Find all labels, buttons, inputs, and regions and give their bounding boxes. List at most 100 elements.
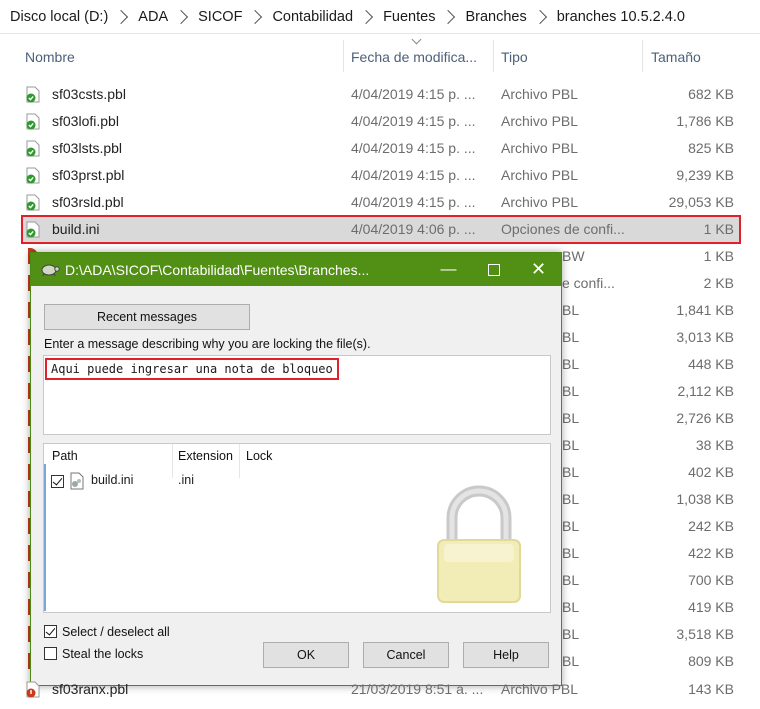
steal-locks-label[interactable]: Steal the locks xyxy=(62,647,143,661)
breadcrumb-item[interactable]: SICOF xyxy=(198,9,242,25)
chevron-right-icon xyxy=(358,9,374,24)
list-header-extension[interactable]: Extension xyxy=(178,444,233,466)
breadcrumb-item[interactable]: ADA xyxy=(138,9,168,25)
file-date: 4/04/2019 4:06 p. ... xyxy=(351,221,476,237)
ok-button[interactable]: OK xyxy=(263,642,349,668)
help-button[interactable]: Help xyxy=(463,642,549,668)
file-name: build.ini xyxy=(52,221,100,237)
breadcrumb-item[interactable]: Disco local (D:) xyxy=(10,9,108,25)
column-divider[interactable] xyxy=(642,40,643,72)
select-all-label[interactable]: Select / deselect all xyxy=(62,625,170,639)
maximize-button[interactable] xyxy=(471,253,516,286)
file-row[interactable]: sf03lsts.pbl 4/04/2019 4:15 p. ... Archivo… xyxy=(22,135,740,162)
file-row[interactable]: sf03csts.pbl 4/04/2019 4:15 p. ... Archivo… xyxy=(22,81,740,108)
lock-dialog: D:\ADA\SICOF\Contabilidad\Fuentes\Branch… xyxy=(30,252,562,686)
column-divider[interactable] xyxy=(493,40,494,72)
versioned-file-icon xyxy=(26,140,40,157)
versioned-file-icon xyxy=(26,167,40,184)
column-date[interactable]: Fecha de modifica... xyxy=(351,40,486,72)
column-name[interactable]: Nombre xyxy=(25,40,325,72)
file-size: 2 KB xyxy=(703,275,734,291)
file-type: Archivo PBL xyxy=(501,113,579,129)
file-size: 402 KB xyxy=(688,464,734,480)
file-type: BL xyxy=(562,626,580,642)
file-type: BL xyxy=(562,329,580,345)
breadcrumb-item[interactable]: Fuentes xyxy=(383,9,435,25)
file-size: 1,038 KB xyxy=(676,491,734,507)
file-date: 4/04/2019 4:15 p. ... xyxy=(351,86,476,102)
file-size: 9,239 KB xyxy=(676,167,734,183)
list-item[interactable]: build.ini .ini xyxy=(48,471,258,491)
column-size[interactable]: Tamaño xyxy=(651,40,731,72)
list-header-lock[interactable]: Lock xyxy=(246,444,272,466)
message-input[interactable]: Aqui puede ingresar una nota de bloqueo xyxy=(43,355,551,435)
file-date: 4/04/2019 4:15 p. ... xyxy=(351,140,476,156)
file-type: e confi... xyxy=(562,275,615,291)
file-size: 825 KB xyxy=(688,140,734,156)
file-type: BL xyxy=(562,518,580,534)
versioned-file-icon xyxy=(26,194,40,211)
file-size: 1 KB xyxy=(703,248,734,264)
breadcrumb-item[interactable]: Branches xyxy=(465,9,526,25)
breadcrumb-item[interactable]: Contabilidad xyxy=(272,9,353,25)
dialog-title: D:\ADA\SICOF\Contabilidad\Fuentes\Branch… xyxy=(65,262,370,278)
file-date: 4/04/2019 4:15 p. ... xyxy=(351,194,476,210)
item-extension: .ini xyxy=(178,473,194,487)
file-row[interactable]: sf03lofi.pbl 4/04/2019 4:15 p. ... Archivo… xyxy=(22,108,740,135)
breadcrumb: Disco local (D:) ADA SICOF Contabilidad … xyxy=(0,0,760,34)
file-size: 419 KB xyxy=(688,599,734,615)
file-row[interactable]: sf03prst.pbl 4/04/2019 4:15 p. ... Archivo… xyxy=(22,162,740,189)
file-row[interactable]: sf03rsld.pbl 4/04/2019 4:15 p. ... Archivo… xyxy=(22,189,740,216)
file-size: 143 KB xyxy=(688,681,734,697)
file-date: 4/04/2019 4:15 p. ... xyxy=(351,167,476,183)
file-name: sf03prst.pbl xyxy=(52,167,125,183)
steal-locks-checkbox[interactable] xyxy=(44,647,57,660)
file-name: sf03rsld.pbl xyxy=(52,194,124,210)
conflict-file-icon xyxy=(26,681,40,698)
file-type: Archivo PBL xyxy=(501,167,579,183)
list-focus-bar xyxy=(44,464,46,611)
close-button[interactable]: ✕ xyxy=(516,253,561,286)
chevron-right-icon xyxy=(248,9,263,24)
column-type[interactable]: Tipo xyxy=(501,40,631,72)
lock-icon xyxy=(437,485,521,603)
column-header: Nombre Fecha de modifica... Tipo Tamaño xyxy=(0,34,760,72)
file-size: 1,841 KB xyxy=(676,302,734,318)
select-all-checkbox[interactable] xyxy=(44,625,57,638)
file-type: Archivo PBL xyxy=(501,194,579,210)
minimize-button[interactable]: — xyxy=(426,253,471,286)
file-type: BL xyxy=(562,437,580,453)
file-size: 1 KB xyxy=(703,221,734,237)
file-type: BL xyxy=(562,383,580,399)
file-type: BW xyxy=(562,248,585,264)
tortoise-icon xyxy=(41,264,60,277)
file-row[interactable]: sf03ranx.pbl 21/03/2019 8:51 a. ... Arch… xyxy=(22,676,740,703)
ini-file-icon xyxy=(70,472,84,490)
versioned-file-icon xyxy=(26,113,40,130)
file-type: BL xyxy=(562,653,580,669)
recent-messages-button[interactable]: Recent messages xyxy=(44,304,250,330)
cancel-button[interactable]: Cancel xyxy=(363,642,449,668)
chevron-right-icon xyxy=(114,9,129,24)
maximize-icon xyxy=(487,263,500,276)
file-type: BL xyxy=(562,356,580,372)
file-type: BL xyxy=(562,572,580,588)
file-date: 4/04/2019 4:15 p. ... xyxy=(351,113,476,129)
file-size: 38 KB xyxy=(695,437,734,453)
breadcrumb-item[interactable]: branches 10.5.2.4.0 xyxy=(557,9,685,25)
file-type: BL xyxy=(562,410,580,426)
file-type: BL xyxy=(562,491,580,507)
dialog-titlebar[interactable]: D:\ADA\SICOF\Contabilidad\Fuentes\Branch… xyxy=(31,253,561,286)
file-row-selected[interactable]: build.ini 4/04/2019 4:06 p. ... Opciones d… xyxy=(21,215,741,244)
file-size: 1,786 KB xyxy=(676,113,734,129)
chevron-right-icon xyxy=(174,9,189,24)
file-name: sf03ranx.pbl xyxy=(52,681,129,697)
versioned-file-icon xyxy=(26,221,40,238)
file-type: Opciones de confi... xyxy=(501,221,625,237)
file-size: 3,013 KB xyxy=(676,329,734,345)
column-divider[interactable] xyxy=(343,40,344,72)
list-header-path[interactable]: Path xyxy=(52,444,78,466)
item-checkbox[interactable] xyxy=(51,475,64,488)
file-type: BL xyxy=(562,545,580,561)
message-prompt: Enter a message describing why you are l… xyxy=(44,337,371,351)
